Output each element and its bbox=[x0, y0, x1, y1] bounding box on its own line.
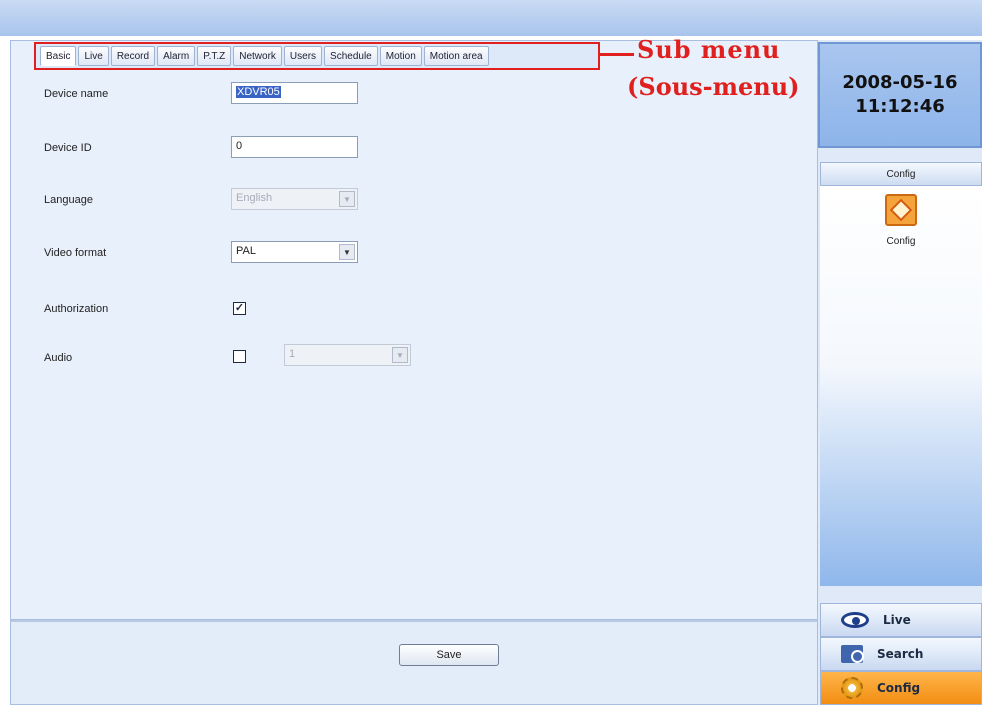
video-format-label: Video format bbox=[44, 247, 107, 259]
language-select[interactable]: English ▼ bbox=[231, 188, 358, 210]
audio-channel-select[interactable]: 1 ▼ bbox=[284, 344, 411, 366]
config-panel-header: Config bbox=[820, 162, 982, 186]
search-button[interactable]: Search bbox=[820, 637, 982, 671]
device-name-field[interactable]: XDVR05 bbox=[231, 82, 358, 104]
authorization-checkbox[interactable]: ✓ bbox=[233, 302, 246, 315]
device-name-value: XDVR05 bbox=[236, 86, 281, 98]
config-icon[interactable] bbox=[885, 194, 917, 226]
device-id-label: Device ID bbox=[44, 142, 92, 154]
annotation-line bbox=[600, 53, 634, 56]
device-id-field[interactable]: 0 bbox=[231, 136, 358, 158]
config-button-label: Config bbox=[877, 681, 921, 695]
save-button[interactable]: Save bbox=[399, 644, 499, 666]
search-icon bbox=[841, 645, 864, 663]
eye-icon bbox=[841, 612, 869, 628]
config-icon-label: Config bbox=[886, 236, 916, 247]
audio-label: Audio bbox=[44, 352, 73, 364]
search-button-label: Search bbox=[877, 647, 924, 661]
tab-live[interactable]: Live bbox=[78, 46, 109, 66]
settings-panel bbox=[10, 40, 818, 620]
clock-time: 11:12:46 bbox=[855, 96, 945, 117]
audio-channel-value: 1 bbox=[289, 348, 296, 360]
tab-network[interactable]: Network bbox=[233, 46, 282, 66]
submenu-tabs: Basic Live Record Alarm P.T.Z Network Us… bbox=[34, 42, 600, 70]
tab-record[interactable]: Record bbox=[110, 46, 156, 66]
tab-alarm[interactable]: Alarm bbox=[157, 46, 196, 66]
clock-display: 2008-05-16 11:12:46 bbox=[818, 42, 982, 148]
tab-schedule[interactable]: Schedule bbox=[324, 46, 378, 66]
device-name-label: Device name bbox=[44, 88, 109, 100]
annotation-sous-menu: (Sous-menu) bbox=[627, 72, 800, 101]
top-bar bbox=[0, 0, 982, 36]
tab-motion[interactable]: Motion bbox=[379, 46, 422, 66]
tab-motion-area[interactable]: Motion area bbox=[423, 46, 489, 66]
chevron-down-icon: ▼ bbox=[339, 244, 355, 260]
authorization-label: Authorization bbox=[44, 303, 109, 315]
gear-icon bbox=[841, 677, 863, 699]
live-button[interactable]: Live bbox=[820, 603, 982, 637]
annotation-sub-menu: Sub menu bbox=[637, 35, 781, 64]
language-label: Language bbox=[44, 194, 93, 206]
tab-ptz[interactable]: P.T.Z bbox=[197, 46, 232, 66]
chevron-down-icon: ▼ bbox=[392, 347, 408, 363]
audio-checkbox[interactable] bbox=[233, 350, 246, 363]
video-format-select[interactable]: PAL ▼ bbox=[231, 241, 358, 263]
config-button[interactable]: Config bbox=[820, 671, 982, 705]
tab-basic[interactable]: Basic bbox=[40, 46, 77, 66]
language-value: English bbox=[236, 192, 273, 204]
clock-date: 2008-05-16 bbox=[842, 72, 958, 93]
tab-users[interactable]: Users bbox=[283, 46, 323, 66]
chevron-down-icon: ▼ bbox=[339, 191, 355, 207]
live-button-label: Live bbox=[883, 613, 911, 627]
video-format-value: PAL bbox=[236, 245, 256, 257]
